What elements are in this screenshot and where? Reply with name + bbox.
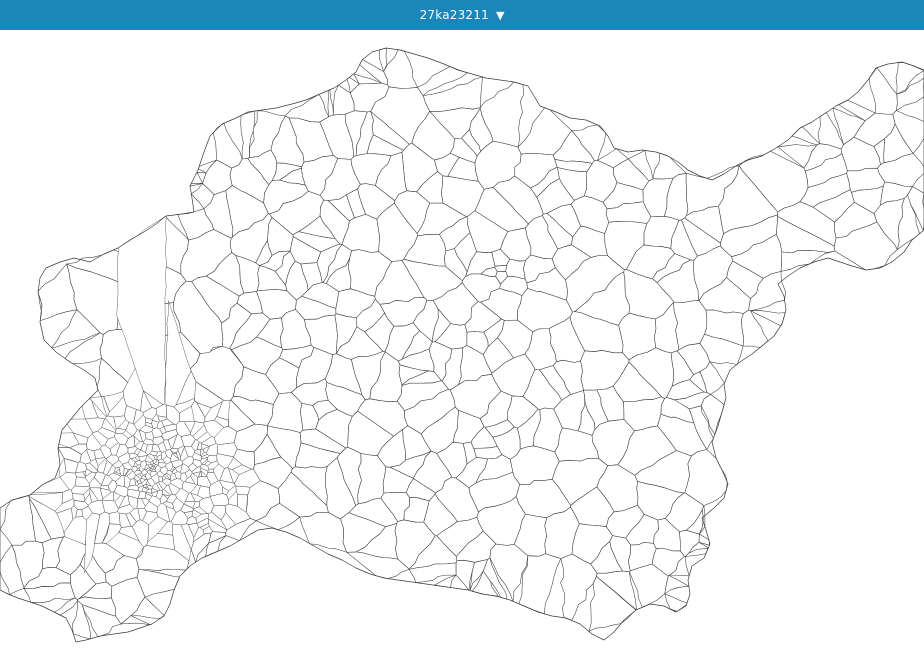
dataset-selector-dropdown[interactable]: 27ka23211 ▼	[0, 0, 924, 30]
triangle-down-icon: ▼	[495, 8, 505, 22]
region-polygons	[0, 47, 924, 640]
region-polygon[interactable]	[158, 476, 163, 483]
region-polygon[interactable]	[327, 89, 334, 117]
region-polygon[interactable]	[791, 126, 820, 146]
region-polygon[interactable]	[285, 94, 329, 123]
region-polygon[interactable]	[869, 67, 898, 115]
map-area[interactable]	[0, 30, 924, 660]
region-polygon[interactable]	[383, 49, 418, 89]
region-polygon[interactable]	[235, 485, 251, 496]
region-polygon[interactable]	[72, 493, 86, 502]
region-polygon[interactable]	[780, 250, 836, 272]
region-polygon[interactable]	[505, 258, 526, 280]
region-polygon[interactable]	[54, 597, 78, 616]
choropleth-map[interactable]	[0, 30, 924, 660]
region-polygon[interactable]	[108, 511, 121, 525]
region-polygon[interactable]	[664, 575, 690, 595]
region-polygon[interactable]	[664, 593, 688, 612]
dataset-selector-label: 27ka23211	[419, 8, 489, 22]
